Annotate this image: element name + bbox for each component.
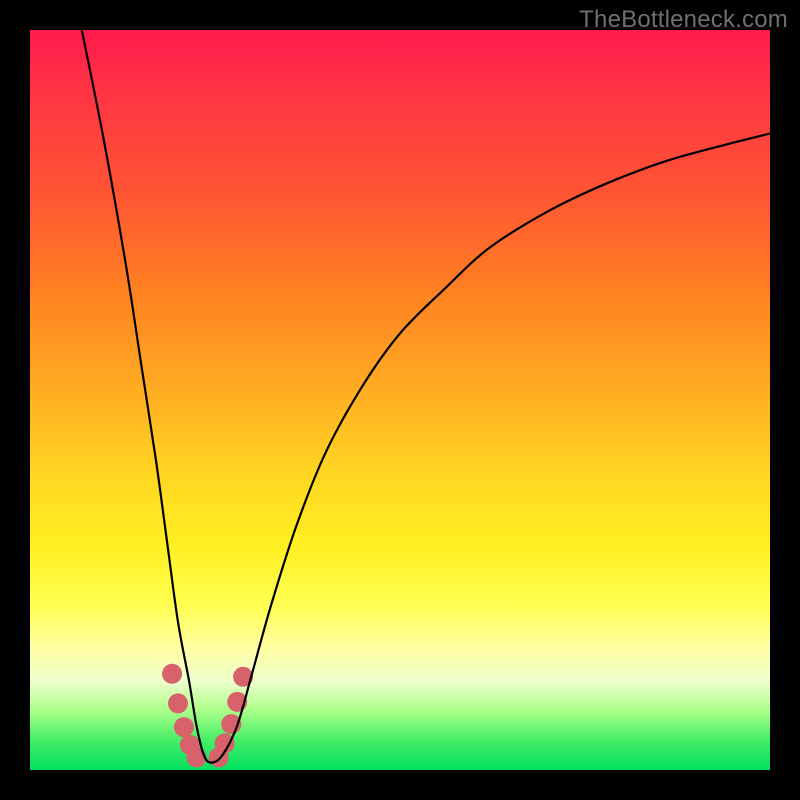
watermark-text: TheBottleneck.com [579, 6, 788, 34]
marker-dot [168, 693, 188, 713]
marker-dot [162, 664, 182, 684]
chart-svg [30, 30, 770, 770]
bottleneck-curve-path [82, 30, 770, 763]
chart-frame: TheBottleneck.com [0, 0, 800, 800]
marker-dot [187, 747, 207, 767]
marker-dot [174, 717, 194, 737]
